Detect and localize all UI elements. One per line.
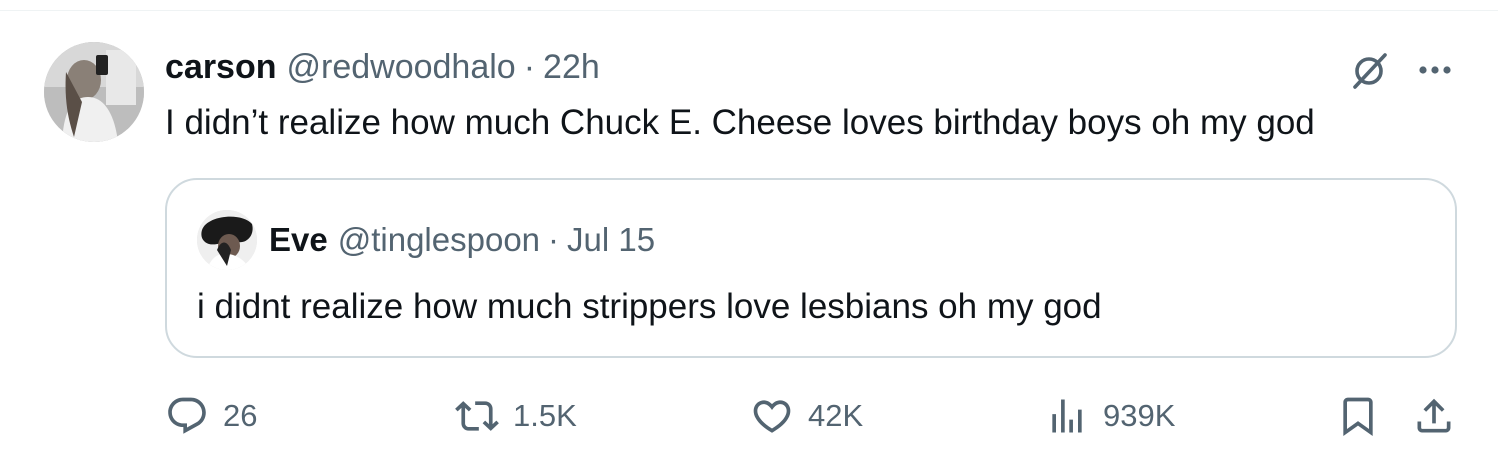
tweet-header: carson @redwoodhalo · 22h [165, 46, 600, 88]
quoted-separator-dot: · [548, 221, 560, 258]
repost-button[interactable]: 1.5K [455, 388, 577, 444]
share-icon [1412, 394, 1456, 438]
separator-dot: · [523, 47, 536, 86]
views-button[interactable]: 939K [1045, 388, 1175, 444]
repost-count: 1.5K [513, 398, 577, 433]
quoted-author-handle[interactable]: @tinglespoon [338, 221, 540, 259]
tweet-actions: 26 1.5K 42K 939K [0, 388, 1498, 444]
quoted-tweet-text: i didnt realize how much strippers love … [197, 287, 1102, 326]
author-avatar[interactable] [44, 42, 144, 142]
views-icon [1045, 394, 1089, 438]
tweet-timestamp[interactable]: 22h [543, 48, 600, 87]
reply-count: 26 [223, 398, 258, 433]
quoted-tweet-timestamp[interactable]: Jul 15 [567, 221, 655, 259]
reply-icon [165, 394, 209, 438]
like-button[interactable]: 42K [750, 388, 863, 444]
quoted-author-name[interactable]: Eve [269, 221, 328, 259]
grok-icon[interactable] [1346, 48, 1392, 94]
tweet-text: I didn’t realize how much Chuck E. Chees… [165, 103, 1315, 142]
quoted-tweet[interactable]: Eve @tinglespoon · Jul 15 i didnt realiz… [165, 178, 1457, 358]
bookmark-button[interactable] [1336, 388, 1380, 444]
tweet[interactable]: carson @redwoodhalo · 22h I didn’t reali… [0, 0, 1498, 470]
more-icon[interactable] [1412, 50, 1458, 90]
view-count: 939K [1103, 398, 1176, 433]
repost-icon [455, 394, 499, 438]
author-name[interactable]: carson [165, 48, 277, 87]
quoted-author-avatar[interactable] [197, 210, 257, 270]
quoted-tweet-header: Eve @tinglespoon · Jul 15 [269, 218, 655, 262]
author-handle[interactable]: @redwoodhalo [287, 48, 516, 87]
like-count: 42K [808, 398, 864, 433]
heart-icon [750, 394, 794, 438]
reply-button[interactable]: 26 [165, 388, 257, 444]
share-button[interactable] [1412, 388, 1456, 444]
bookmark-icon [1336, 394, 1380, 438]
